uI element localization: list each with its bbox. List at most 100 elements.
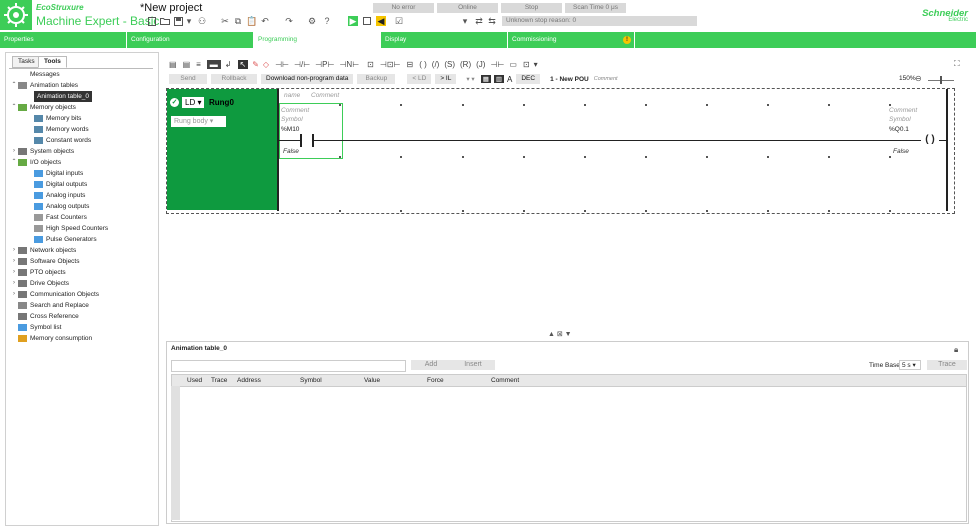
expand-icon[interactable]: ⛶ bbox=[954, 59, 960, 69]
help-icon[interactable]: ? bbox=[322, 16, 332, 26]
download-button[interactable]: Download non-program data bbox=[261, 74, 354, 84]
rung-name-hint[interactable]: name bbox=[284, 92, 300, 99]
col-used[interactable]: Used bbox=[187, 375, 202, 386]
contact-symbol[interactable]: Symbol bbox=[281, 116, 303, 123]
tree-item[interactable]: Pulse Generators bbox=[10, 234, 156, 245]
font-size-icon[interactable]: A bbox=[507, 75, 512, 84]
no-contact-symbol[interactable] bbox=[300, 134, 314, 147]
tree-item[interactable]: Digital inputs bbox=[10, 168, 156, 179]
rising-edge-icon[interactable]: ⊣P⊢ bbox=[315, 60, 334, 69]
paste-icon[interactable]: 📋 bbox=[246, 16, 257, 26]
undo-icon[interactable]: ↶ bbox=[260, 16, 270, 26]
tab-display[interactable]: Display bbox=[381, 32, 508, 48]
tree-item[interactable]: Analog outputs bbox=[10, 201, 156, 212]
col-trace[interactable]: Trace bbox=[211, 375, 227, 386]
ld-button[interactable]: < LD bbox=[407, 74, 432, 84]
function-block-icon[interactable]: ⊟ bbox=[407, 60, 414, 69]
tree-item[interactable]: › Drive Objects bbox=[10, 278, 156, 289]
symbols-toggle-icon[interactable]: ▥ bbox=[493, 75, 504, 83]
insert-button[interactable]: Insert bbox=[451, 360, 495, 370]
tree-item[interactable]: Cross Reference bbox=[10, 311, 156, 322]
tree-item[interactable]: ⌃ I/O objects bbox=[10, 157, 156, 168]
tab-configuration[interactable]: Configuration bbox=[127, 32, 254, 48]
more-dropdown-icon[interactable]: ▾ bbox=[534, 60, 538, 69]
ld-view-icon[interactable]: ▬ bbox=[206, 59, 221, 69]
col-address[interactable]: Address bbox=[237, 375, 261, 386]
eraser-icon[interactable]: ◇ bbox=[263, 60, 269, 69]
tab-properties[interactable]: Properties bbox=[0, 32, 127, 48]
save-dropdown-icon[interactable]: ▾ bbox=[184, 16, 194, 26]
expander-icon[interactable]: ⌃ bbox=[10, 157, 18, 168]
coil-comment[interactable]: Comment bbox=[889, 107, 917, 114]
expander-icon[interactable]: › bbox=[10, 256, 18, 267]
tab-tasks[interactable]: Tasks bbox=[12, 56, 41, 68]
time-base-select[interactable]: 5 s ▾ bbox=[899, 360, 921, 370]
animation-table-body[interactable] bbox=[171, 386, 967, 522]
jump-icon[interactable]: (J) bbox=[476, 60, 485, 69]
contact-address[interactable]: %M10 bbox=[281, 126, 299, 133]
stop-icon[interactable] bbox=[362, 16, 372, 26]
tree-item[interactable]: › Software Objects bbox=[10, 256, 156, 267]
tree-item[interactable]: Constant words bbox=[10, 135, 156, 146]
address-input[interactable] bbox=[171, 360, 406, 372]
tree-item[interactable]: › PTO objects bbox=[10, 267, 156, 278]
zoom-slider-thumb[interactable] bbox=[940, 76, 942, 84]
panel-splitter[interactable]: ▲ ⊠ ▼ bbox=[548, 330, 588, 338]
tree-item[interactable]: ⌃ Animation tables bbox=[10, 80, 156, 91]
set-coil-icon[interactable]: (S) bbox=[444, 60, 455, 69]
expander-icon[interactable]: › bbox=[10, 278, 18, 289]
rung-comment-hint[interactable]: Comment bbox=[311, 92, 339, 99]
connection-dropdown-icon[interactable]: ▾ bbox=[460, 16, 470, 26]
tree-item[interactable]: Analog inputs bbox=[10, 190, 156, 201]
tree-item[interactable]: Search and Replace bbox=[10, 300, 156, 311]
backup-button[interactable]: Backup bbox=[357, 74, 396, 84]
rollback-button[interactable]: Rollback bbox=[211, 74, 257, 84]
nc-contact-icon[interactable]: ⊣/⊢ bbox=[294, 60, 310, 69]
expander-icon[interactable]: › bbox=[10, 267, 18, 278]
disconnect-icon[interactable]: ⇆ bbox=[487, 16, 497, 26]
reset-coil-icon[interactable]: (R) bbox=[460, 60, 471, 69]
tree-item[interactable]: Memory consumption bbox=[10, 333, 156, 344]
no-contact-icon[interactable]: ⊣⊢ bbox=[275, 60, 289, 69]
operation-block-icon[interactable]: ⊣⊡⊢ bbox=[380, 60, 401, 69]
negated-coil-icon[interactable]: (/) bbox=[432, 60, 440, 69]
tree-item[interactable]: High Speed Counters bbox=[10, 223, 156, 234]
tab-tools[interactable]: Tools bbox=[38, 56, 67, 68]
view-dropdown-icon[interactable]: ▾ ▾ bbox=[466, 75, 474, 83]
tree-item[interactable]: Symbol list bbox=[10, 322, 156, 333]
expander-icon[interactable]: › bbox=[10, 245, 18, 256]
pencil-icon[interactable]: ✎ bbox=[252, 60, 259, 69]
tree-item[interactable]: Fast Counters bbox=[10, 212, 156, 223]
open-folder-icon[interactable] bbox=[160, 16, 170, 26]
run-icon[interactable]: ▶ bbox=[348, 16, 358, 26]
check-icon[interactable]: ☑ bbox=[394, 16, 404, 26]
col-symbol[interactable]: Symbol bbox=[300, 375, 322, 386]
tree-item[interactable]: Digital outputs bbox=[10, 179, 156, 190]
cut-icon[interactable]: ✂ bbox=[220, 16, 230, 26]
comparison-block-icon[interactable]: ⊡ bbox=[367, 60, 374, 69]
connect-icon[interactable]: ⇄ bbox=[474, 16, 484, 26]
rung-type-icon[interactable]: ≡ bbox=[196, 60, 201, 69]
coil-symbol[interactable]: Symbol bbox=[889, 116, 911, 123]
save-icon[interactable] bbox=[173, 16, 183, 26]
expander-icon[interactable]: › bbox=[10, 289, 18, 300]
falling-edge-icon[interactable]: ⊣N⊢ bbox=[339, 60, 359, 69]
trace-button[interactable]: Trace bbox=[927, 360, 967, 370]
tree-item[interactable]: Memory words bbox=[10, 124, 156, 135]
col-value[interactable]: Value bbox=[364, 375, 380, 386]
dec-button[interactable]: DEC bbox=[516, 74, 541, 84]
users-icon[interactable]: ⚇ bbox=[197, 16, 207, 26]
branch-icon[interactable]: ↲ bbox=[225, 60, 232, 69]
copy-icon[interactable]: ⧉ bbox=[233, 16, 243, 26]
redo-icon[interactable]: ↷ bbox=[284, 16, 294, 26]
insert-rung-icon[interactable]: ▤ bbox=[169, 60, 177, 69]
warning-icon[interactable]: ! bbox=[623, 36, 631, 44]
rung-check-icon[interactable]: ✓ bbox=[170, 98, 179, 107]
expander-icon[interactable]: ⌃ bbox=[10, 102, 18, 113]
comment-icon[interactable]: ▭ bbox=[509, 60, 517, 69]
tree-item[interactable]: › Network objects bbox=[10, 245, 156, 256]
add-button[interactable]: Add bbox=[411, 360, 451, 370]
tab-commissioning[interactable]: Commissioning bbox=[508, 32, 635, 48]
coil-address[interactable]: %Q0.1 bbox=[889, 126, 909, 133]
settings-icon[interactable]: ⚙ bbox=[307, 16, 317, 26]
